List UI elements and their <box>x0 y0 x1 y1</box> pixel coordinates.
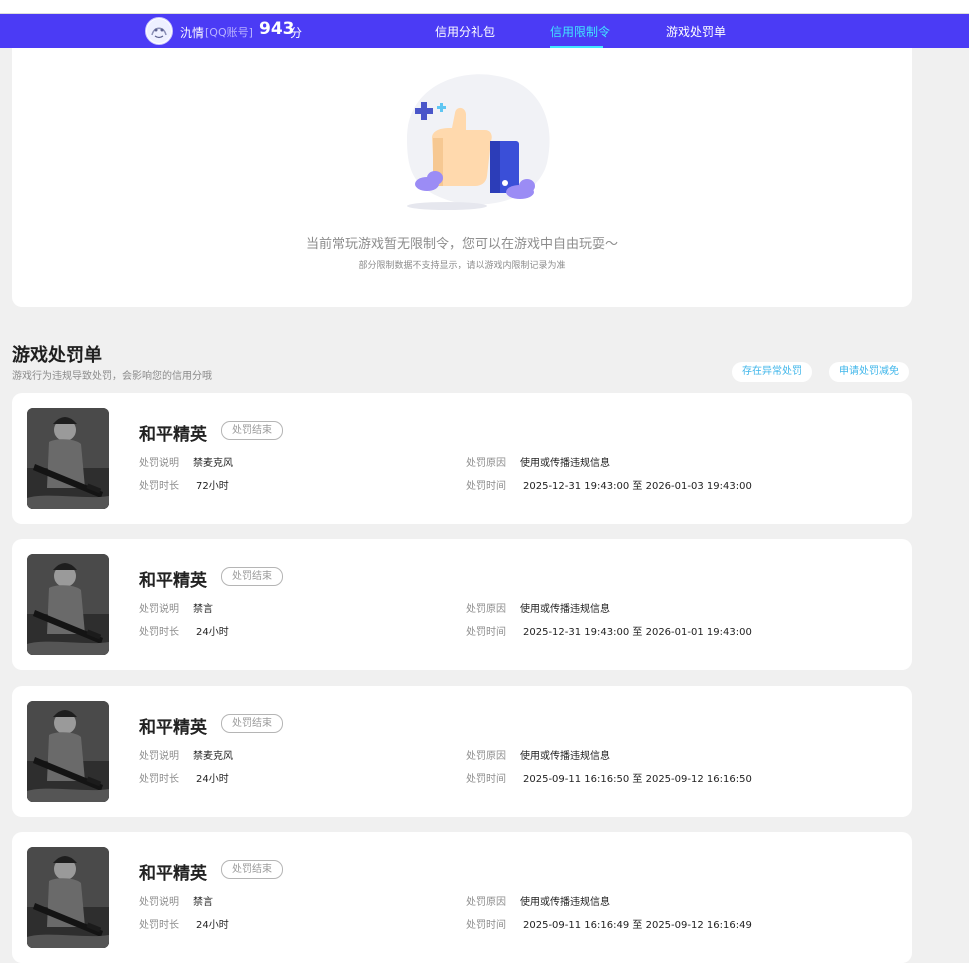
penalty-time-end: 2025-09-12 16:16:50 <box>645 774 752 785</box>
penalty-duration-label: 处罚时长 <box>139 481 179 492</box>
penalty-reason-value: 使用或传播违规信息 <box>520 751 610 762</box>
game-name: 和平精英 <box>139 571 207 591</box>
penalty-time-label: 处罚时间 <box>466 481 506 492</box>
penalty-time-label: 处罚时间 <box>466 920 506 931</box>
browser-top-strip <box>0 0 969 14</box>
status-badge: 处罚结束 <box>221 860 283 879</box>
penalty-time-value: 2025-09-11 16:16:49 至 2025-09-12 16:16:4… <box>523 916 752 931</box>
penalty-time-value: 2025-12-31 19:43:00 至 2026-01-03 19:43:0… <box>523 477 752 492</box>
penalty-duration-value: 24小时 <box>196 774 229 785</box>
penalty-duration-label: 处罚时长 <box>139 627 179 638</box>
status-badge: 处罚结束 <box>221 421 283 440</box>
penalty-time-label: 处罚时间 <box>466 774 506 785</box>
penalty-desc-label: 处罚说明 <box>139 604 179 615</box>
empty-restriction-note: 部分限制数据不支持显示，请以游戏内限制记录为准 <box>358 261 566 271</box>
penalty-desc-value: 禁麦克风 <box>193 751 233 762</box>
penalty-time-start: 2025-12-31 19:43:00 <box>523 481 630 492</box>
penalty-desc-value: 禁言 <box>193 897 213 908</box>
penalty-time-separator: 至 <box>632 774 643 785</box>
penalty-reason-label: 处罚原因 <box>466 897 506 908</box>
penalty-desc-value: 禁言 <box>193 604 213 615</box>
penalty-card[interactable]: 和平精英 处罚结束 处罚说明 禁言 处罚时长 24小时 处罚原因 使用或传播违规… <box>12 539 912 670</box>
penalty-reason-label: 处罚原因 <box>466 604 506 615</box>
tab-credit-gift[interactable]: 信用分礼包 <box>435 23 495 40</box>
penalty-time-end: 2026-01-03 19:43:00 <box>645 481 752 492</box>
penalty-section-title: 游戏处罚单 <box>12 345 102 366</box>
penalty-duration-label: 处罚时长 <box>139 920 179 931</box>
game-name: 和平精英 <box>139 864 207 884</box>
penalty-desc-label: 处罚说明 <box>139 897 179 908</box>
penalty-time-separator: 至 <box>632 481 643 492</box>
penalty-section-subtitle: 游戏行为违规导致处罚，会影响您的信用分哦 <box>12 371 212 382</box>
apply-reduction-button[interactable]: 申请处罚减免 <box>829 362 909 382</box>
penalty-reason-value: 使用或传播违规信息 <box>520 897 610 908</box>
top-nav-bar: 氿情 [QQ账号] 943 分 信用分礼包 信用限制令 游戏处罚单 <box>0 14 969 48</box>
penalty-time-separator: 至 <box>632 920 643 931</box>
penalty-time-value: 2025-12-31 19:43:00 至 2026-01-01 19:43:0… <box>523 623 752 638</box>
penalty-reason-value: 使用或传播违规信息 <box>520 604 610 615</box>
penalty-duration-value: 24小时 <box>196 627 229 638</box>
tab-game-penalty[interactable]: 游戏处罚单 <box>666 23 726 40</box>
restriction-empty-card: 当前常玩游戏暂无限制令，您可以在游戏中自由玩耍～ 部分限制数据不支持显示，请以游… <box>12 48 912 307</box>
credit-score-unit: 分 <box>290 26 303 40</box>
penalty-desc-label: 处罚说明 <box>139 751 179 762</box>
penalty-time-value: 2025-09-11 16:16:50 至 2025-09-12 16:16:5… <box>523 770 752 785</box>
penalty-reason-value: 使用或传播违规信息 <box>520 458 610 469</box>
penalty-time-start: 2025-12-31 19:43:00 <box>523 627 630 638</box>
game-cover-image <box>27 701 109 802</box>
user-nickname: 氿情 <box>180 26 205 40</box>
penalty-time-separator: 至 <box>632 627 643 638</box>
game-cover-image <box>27 408 109 509</box>
penalty-time-label: 处罚时间 <box>466 627 506 638</box>
penalty-desc-value: 禁麦克风 <box>193 458 233 469</box>
penalty-time-end: 2026-01-01 19:43:00 <box>645 627 752 638</box>
abnormal-penalty-button[interactable]: 存在异常处罚 <box>732 362 812 382</box>
penalty-reason-label: 处罚原因 <box>466 458 506 469</box>
penalty-time-end: 2025-09-12 16:16:49 <box>645 920 752 931</box>
penalty-time-start: 2025-09-11 16:16:49 <box>523 920 630 931</box>
penalty-reason-label: 处罚原因 <box>466 751 506 762</box>
penalty-card[interactable]: 和平精英 处罚结束 处罚说明 禁麦克风 处罚时长 72小时 处罚原因 使用或传播… <box>12 393 912 524</box>
tab-credit-restriction[interactable]: 信用限制令 <box>550 23 610 40</box>
game-name: 和平精英 <box>139 425 207 445</box>
penalty-duration-value: 24小时 <box>196 920 229 931</box>
game-cover-image <box>27 847 109 948</box>
penalty-time-start: 2025-09-11 16:16:50 <box>523 774 630 785</box>
penalty-card[interactable]: 和平精英 处罚结束 处罚说明 禁言 处罚时长 24小时 处罚原因 使用或传播违规… <box>12 832 912 963</box>
penalty-duration-value: 72小时 <box>196 481 229 492</box>
penalty-desc-label: 处罚说明 <box>139 458 179 469</box>
thumbs-up-phone-illustration <box>387 68 567 218</box>
game-name: 和平精英 <box>139 718 207 738</box>
penalty-duration-label: 处罚时长 <box>139 774 179 785</box>
account-type-tag: [QQ账号] <box>205 26 253 39</box>
status-badge: 处罚结束 <box>221 567 283 586</box>
game-cover-image <box>27 554 109 655</box>
avatar[interactable] <box>145 17 173 45</box>
status-badge: 处罚结束 <box>221 714 283 733</box>
empty-restriction-message: 当前常玩游戏暂无限制令，您可以在游戏中自由玩耍～ <box>305 237 618 252</box>
penalty-card[interactable]: 和平精英 处罚结束 处罚说明 禁麦克风 处罚时长 24小时 处罚原因 使用或传播… <box>12 686 912 817</box>
